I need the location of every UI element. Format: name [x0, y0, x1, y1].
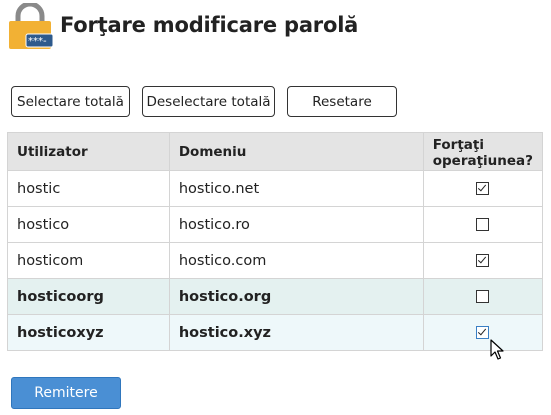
- deselect-all-button[interactable]: Deselectare totală: [142, 86, 275, 117]
- column-header-force-line1: Forţaţi: [432, 136, 484, 153]
- page-title: Forţare modificare parolă: [60, 13, 359, 37]
- user-cell: hostic: [7, 170, 170, 207]
- mouse-cursor-icon: [490, 339, 504, 361]
- force-cell: [422, 206, 544, 243]
- force-cell: [422, 314, 544, 351]
- force-checkbox[interactable]: [476, 290, 490, 303]
- column-header-force-line2: operaţiunea?: [432, 152, 533, 169]
- force-cell: [422, 170, 544, 207]
- user-cell: hosticoxyz: [7, 314, 170, 351]
- column-header-user: Utilizator: [7, 132, 170, 171]
- submit-button[interactable]: Remitere: [11, 377, 121, 409]
- user-cell: hosticom: [7, 242, 170, 279]
- column-header-force: Forţaţi operaţiunea?: [422, 132, 544, 171]
- domain-cell: hostico.xyz: [168, 314, 424, 351]
- table-header-row: Utilizator Domeniu Forţaţi operaţiunea?: [7, 132, 544, 171]
- column-header-domain: Domeniu: [168, 132, 424, 171]
- force-checkbox[interactable]: [476, 218, 490, 231]
- padlock-password-icon: ***-: [6, 1, 54, 51]
- force-checkbox[interactable]: [476, 182, 490, 195]
- user-cell: hostico: [7, 206, 170, 243]
- domain-cell: hostico.com: [168, 242, 424, 279]
- reset-button[interactable]: Resetare: [287, 86, 397, 117]
- select-all-button[interactable]: Selectare totală: [11, 86, 130, 117]
- table-row: hostico hostico.ro: [7, 206, 544, 243]
- page-header: ***- Forţare modificare parolă: [6, 1, 359, 52]
- domain-cell: hostico.org: [168, 278, 424, 315]
- domain-cell: hostico.net: [168, 170, 424, 207]
- force-checkbox[interactable]: [476, 254, 490, 267]
- domain-cell: hostico.ro: [168, 206, 424, 243]
- table-row: hosticoxyz hostico.xyz: [7, 314, 544, 351]
- force-cell: [422, 278, 544, 315]
- force-cell: [422, 242, 544, 279]
- users-table: Utilizator Domeniu Forţaţi operaţiunea? …: [7, 132, 544, 351]
- svg-text:***-: ***-: [28, 36, 47, 47]
- table-row: hostic hostico.net: [7, 170, 544, 207]
- force-checkbox[interactable]: [476, 326, 490, 339]
- user-cell: hosticoorg: [7, 278, 170, 315]
- table-row: hosticoorg hostico.org: [7, 278, 544, 315]
- table-row: hosticom hostico.com: [7, 242, 544, 279]
